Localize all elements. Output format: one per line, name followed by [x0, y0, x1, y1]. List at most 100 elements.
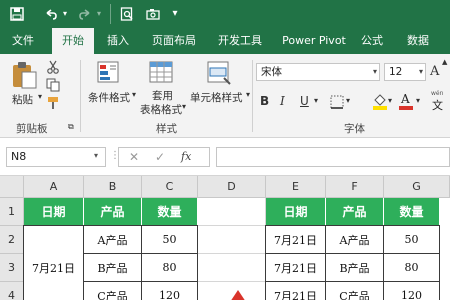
table-cell[interactable]: C产品 [83, 281, 142, 300]
cell-styles-dropdown-icon[interactable]: ▾ [246, 90, 250, 99]
table-cell[interactable]: 7月21日 [265, 225, 326, 254]
ribbon-home: 粘贴 ▾ 剪贴板 ⧉ 条件格式 ▾ 套用 表格格式 ▾ 单元格样式 ▾ 样式 宋… [0, 54, 450, 138]
paste-dropdown-icon[interactable]: ▾ [38, 92, 42, 101]
format-as-table-button[interactable]: 表格格式 [140, 102, 182, 117]
redo-icon[interactable] [76, 5, 94, 23]
table-cell[interactable]: 80 [383, 253, 440, 282]
underline-dropdown-icon[interactable]: ▾ [314, 96, 318, 105]
phonetic-guide-icon: 文 [432, 99, 443, 112]
table-cell[interactable]: B产品 [83, 253, 142, 282]
chevron-down-icon[interactable]: ▾ [94, 151, 98, 160]
grow-font-button[interactable]: A [430, 64, 439, 79]
table-header-cell[interactable]: 产品 [326, 198, 384, 226]
tab-insert[interactable]: 插入 [100, 28, 136, 54]
insert-function-icon[interactable]: fx [181, 150, 191, 163]
customize-qat-icon[interactable]: ▾ [168, 5, 182, 23]
cut-icon[interactable] [46, 60, 60, 74]
tab-file[interactable]: 文件 [4, 28, 42, 54]
tab-home[interactable]: 开始 [52, 28, 94, 54]
table-cell[interactable]: 50 [383, 225, 440, 254]
cell-d3[interactable] [198, 254, 266, 282]
underline-button[interactable]: U [300, 94, 309, 108]
undo-icon[interactable] [42, 5, 60, 23]
font-size-value: 12 [389, 66, 403, 78]
tab-developer[interactable]: 开发工具 [210, 28, 270, 54]
table-header-cell[interactable]: 数量 [142, 198, 198, 226]
font-color-swatch [399, 106, 413, 110]
enter-icon[interactable]: ✓ [155, 150, 165, 164]
column-header-g[interactable]: G [384, 176, 450, 198]
column-header-c[interactable]: C [142, 176, 198, 198]
table-cell[interactable]: 50 [141, 225, 198, 254]
quick-access-toolbar: ▾ ▾ ▾ [0, 0, 450, 28]
column-header-e[interactable]: E [266, 176, 326, 198]
phonetic-guide-button[interactable]: wén 文 [430, 90, 448, 112]
clipboard-launcher-icon[interactable]: ⧉ [68, 122, 74, 132]
row-header-2[interactable]: 2 [0, 226, 24, 254]
row-header-4[interactable]: 4 [0, 282, 24, 300]
table-cell[interactable]: 7月21日 [265, 281, 326, 300]
italic-button[interactable]: I [280, 94, 285, 108]
borders-icon[interactable] [330, 95, 344, 109]
table-header-cell[interactable]: 产品 [84, 198, 142, 226]
worksheet-grid: A B C D E F G 1 2 3 4 日期 产品 数量 7月21日 A产品… [0, 176, 450, 300]
cancel-icon[interactable]: ✕ [129, 150, 139, 164]
font-color-dropdown-icon[interactable]: ▾ [416, 96, 420, 105]
table-cell[interactable]: 120 [141, 281, 198, 300]
table-cell[interactable]: 80 [141, 253, 198, 282]
chevron-down-icon: ▾ [418, 67, 423, 76]
cell-d1[interactable] [198, 198, 266, 226]
table-header-cell[interactable]: 日期 [266, 198, 326, 226]
row-header-3[interactable]: 3 [0, 254, 24, 282]
redo-dropdown-icon[interactable]: ▾ [94, 5, 104, 23]
column-header-f[interactable]: F [326, 176, 384, 198]
fill-color-icon[interactable] [372, 92, 388, 110]
font-color-button[interactable]: A [398, 92, 414, 110]
conditional-format-button[interactable]: 条件格式 [88, 90, 130, 105]
grow-font-arrow-icon: ▲ [442, 58, 448, 66]
fill-color-dropdown-icon[interactable]: ▾ [388, 96, 392, 105]
name-box[interactable]: N8 [6, 147, 106, 167]
font-size-dropdown[interactable]: 12 ▾ [384, 63, 426, 81]
conditional-format-icon[interactable] [96, 60, 122, 86]
table-cell[interactable]: A产品 [325, 225, 384, 254]
table-cell[interactable]: C产品 [325, 281, 384, 300]
table-cell[interactable]: B产品 [325, 253, 384, 282]
format-as-table-icon[interactable] [148, 60, 174, 86]
tab-formulas[interactable]: 公式 [356, 28, 388, 54]
arrow-icon [230, 290, 246, 300]
column-header-b[interactable]: B [84, 176, 142, 198]
tab-power-pivot[interactable]: Power Pivot [276, 28, 352, 54]
format-as-table-dropdown-icon[interactable]: ▾ [182, 102, 186, 111]
format-as-table-label-1[interactable]: 套用 [152, 88, 173, 103]
save-icon[interactable] [8, 5, 26, 23]
cell-d2[interactable] [198, 226, 266, 254]
conditional-format-dropdown-icon[interactable]: ▾ [132, 90, 136, 99]
column-header-a[interactable]: A [24, 176, 84, 198]
print-preview-icon[interactable] [118, 5, 136, 23]
column-header-d[interactable]: D [198, 176, 266, 198]
row-header-1[interactable]: 1 [0, 198, 24, 226]
table-cell[interactable]: A产品 [83, 225, 142, 254]
copy-icon[interactable] [46, 78, 60, 92]
merged-date-cell[interactable]: 7月21日 [23, 225, 84, 300]
paste-icon[interactable] [10, 60, 40, 90]
font-name-value: 宋体 [261, 66, 282, 78]
undo-dropdown-icon[interactable]: ▾ [60, 5, 70, 23]
borders-dropdown-icon[interactable]: ▾ [346, 96, 350, 105]
select-all-corner[interactable] [0, 176, 24, 198]
table-header-cell[interactable]: 数量 [384, 198, 440, 226]
font-name-dropdown[interactable]: 宋体 ▾ [256, 63, 380, 81]
format-painter-icon[interactable] [46, 96, 60, 110]
tab-page-layout[interactable]: 页面布局 [144, 28, 204, 54]
formula-input[interactable] [216, 147, 450, 167]
table-cell[interactable]: 120 [383, 281, 440, 300]
paste-button[interactable]: 粘贴 [12, 92, 33, 107]
table-cell[interactable]: 7月21日 [265, 253, 326, 282]
cell-styles-button[interactable]: 单元格样式 [190, 90, 243, 105]
camera-icon[interactable] [144, 5, 162, 23]
cell-styles-icon[interactable] [206, 60, 232, 86]
bold-button[interactable]: B [260, 94, 269, 108]
tab-data[interactable]: 数据 [400, 28, 436, 54]
table-header-cell[interactable]: 日期 [24, 198, 84, 226]
